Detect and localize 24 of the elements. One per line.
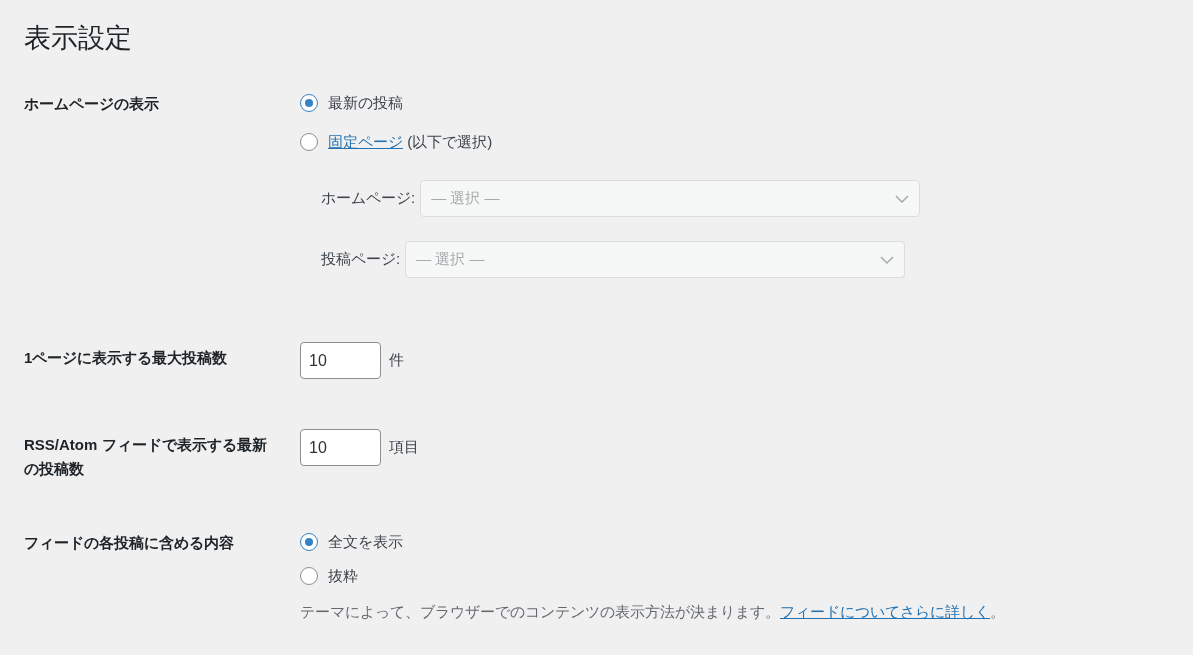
setting-label: RSS/Atom フィードで表示する最新の投稿数: [24, 435, 268, 479]
option-label: 固定ページ (以下で選択): [328, 131, 493, 152]
radio-button[interactable]: [300, 133, 318, 151]
option-label: 最新の投稿: [328, 92, 403, 113]
number-input[interactable]: 10: [300, 342, 381, 379]
select-label: ホームページ:: [321, 188, 416, 209]
radio-button[interactable]: [300, 533, 318, 551]
chevron-down-icon: [880, 255, 895, 264]
setting-label: フィードの各投稿に含める内容: [24, 533, 235, 553]
radio-button[interactable]: [300, 567, 318, 585]
page-title: 表示設定: [24, 22, 133, 55]
description-text: テーマによって、ブラウザーでのコンテンツの表示方法が決まります。フィードについてさらに詳しく。: [300, 602, 1005, 622]
option-label: 全文を表示: [328, 531, 403, 552]
select-label: 投稿ページ:: [321, 249, 401, 270]
unit-label: 項目: [389, 437, 419, 458]
number-input[interactable]: 10: [300, 429, 381, 466]
setting-label: 1ページに表示する最大投稿数: [24, 348, 229, 368]
option-label: 抜粋: [328, 565, 358, 586]
option-link[interactable]: 固定ページ: [328, 132, 403, 150]
setting-label: ホームページの表示: [24, 94, 160, 114]
chevron-down-icon: [895, 194, 910, 203]
unit-label: 件: [389, 350, 404, 371]
radio-button[interactable]: [300, 94, 318, 112]
feed-help-link[interactable]: フィードについてさらに詳しく: [780, 603, 990, 620]
